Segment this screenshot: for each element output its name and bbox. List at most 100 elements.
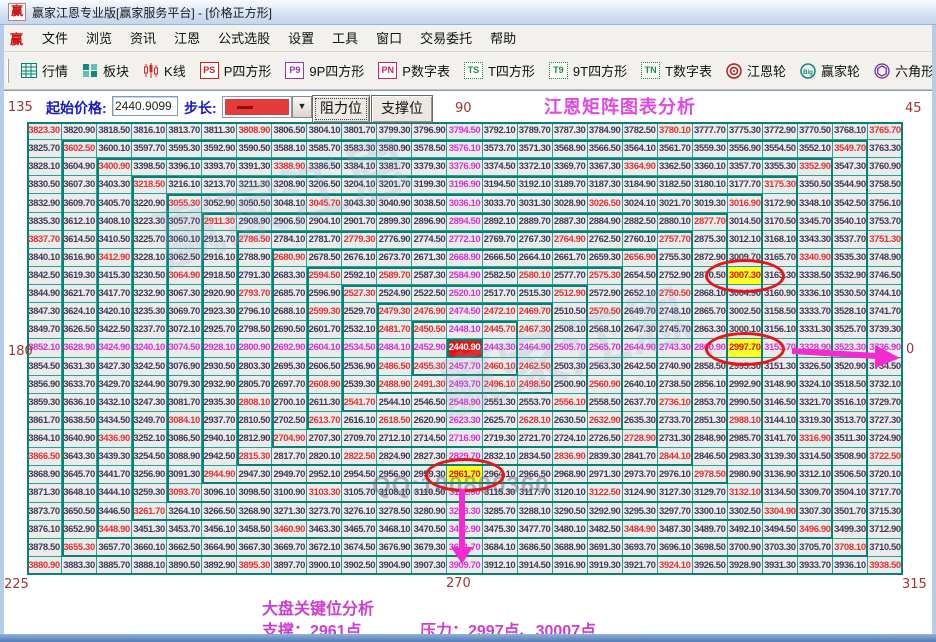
toolbar-item-sectors[interactable]: 板块 xyxy=(75,56,136,86)
menu-item-window[interactable]: 窗口 xyxy=(367,26,411,51)
toolbar-item-t-square[interactable]: TS T四方形 xyxy=(457,56,542,86)
grid-cell: 3688.90 xyxy=(553,539,588,557)
toolbar-item-t-number-table[interactable]: TN T数字表 xyxy=(634,56,719,86)
toolbar-item-quotes[interactable]: 行情 xyxy=(14,56,75,86)
grid-cell: 3813.70 xyxy=(167,122,202,140)
grid-cell: 3458.50 xyxy=(237,521,272,539)
toolbar-item-p-number-table[interactable]: PN P数字表 xyxy=(371,56,457,86)
grid-cell: 2824.90 xyxy=(377,448,412,466)
grid-cell: 2440.90 xyxy=(447,339,482,357)
toolbar-item-hexagon[interactable]: 六角形 xyxy=(867,56,936,86)
grid-cell: 3002.50 xyxy=(728,303,763,321)
menu-item-settings[interactable]: 设置 xyxy=(279,26,323,51)
grid-cell: 2784.10 xyxy=(272,231,307,249)
grid-cell: 2856.10 xyxy=(693,376,728,394)
menu-item-file[interactable]: 文件 xyxy=(33,26,77,51)
grid-cell: 2671.30 xyxy=(412,249,447,267)
grid-cell: 2452.90 xyxy=(412,339,447,357)
grid-cell: 2884.90 xyxy=(588,213,623,231)
grid-cell: 3302.50 xyxy=(728,503,763,521)
grid-cell: 3861.70 xyxy=(27,412,62,430)
grid-cell: 2731.30 xyxy=(658,430,693,448)
grid-cell: 2743.30 xyxy=(658,339,693,357)
menu-item-browse[interactable]: 浏览 xyxy=(77,26,121,51)
step-select[interactable] xyxy=(222,96,292,118)
grid-cell: 2620.90 xyxy=(412,412,447,430)
support-button[interactable]: 支撑位 xyxy=(371,95,433,123)
grid-cell: 3405.70 xyxy=(97,194,132,212)
start-price-input[interactable] xyxy=(112,96,178,116)
resistance-button[interactable]: 阻力位 xyxy=(312,95,370,123)
grid-cell: 3916.90 xyxy=(553,557,588,575)
grid-cell: 3204.10 xyxy=(342,176,377,194)
grid-cell: 3604.90 xyxy=(62,158,97,176)
grid-cell: 3072.10 xyxy=(167,321,202,339)
menu-item-formula-stock-pick[interactable]: 公式选股 xyxy=(209,26,279,51)
grid-cell: 3369.70 xyxy=(553,158,588,176)
grid-cell: 2755.30 xyxy=(658,249,693,267)
grid-cell: 3525.70 xyxy=(833,321,868,339)
grid-cell: 2947.30 xyxy=(237,466,272,484)
toolbar-item-9t-square[interactable]: T9 9T四方形 xyxy=(542,56,634,86)
grid-cell: 3513.70 xyxy=(833,412,868,430)
grid-cell: 2544.10 xyxy=(377,394,412,412)
grid-cell: 2829.70 xyxy=(447,448,482,466)
grid-cell: 2467.30 xyxy=(518,321,553,339)
grid-cell: 3400.90 xyxy=(97,158,132,176)
menu-item-tools[interactable]: 工具 xyxy=(323,26,367,51)
grid-cell: 2616.10 xyxy=(342,412,377,430)
p-square-badge-icon: PS xyxy=(200,62,219,79)
grid-cell: 3542.50 xyxy=(833,194,868,212)
grid-cell: 3412.90 xyxy=(97,249,132,267)
grid-cell: 2988.10 xyxy=(728,412,763,430)
grid-cell: 3612.10 xyxy=(62,213,97,231)
grid-cell: 3105.70 xyxy=(342,484,377,502)
grid-cell: 3820.90 xyxy=(62,122,97,140)
grid-cell: 3345.70 xyxy=(798,213,833,231)
menu-item-news[interactable]: 资讯 xyxy=(121,26,165,51)
grid-cell: 2740.90 xyxy=(658,358,693,376)
grid-cell: 3508.90 xyxy=(833,448,868,466)
menu-item-help[interactable]: 帮助 xyxy=(481,26,525,51)
grid-cell: 2443.30 xyxy=(483,339,518,357)
menu-item-trade[interactable]: 交易委托 xyxy=(411,26,481,51)
grid-cell: 3864.10 xyxy=(27,430,62,448)
grid-cell: 3585.70 xyxy=(307,140,342,158)
toolbar-item-gann-wheel[interactable]: 江恩轮 xyxy=(719,56,793,86)
toolbar-item-p-square[interactable]: PS P四方形 xyxy=(193,56,279,86)
grid-cell: 3621.70 xyxy=(62,285,97,303)
grid-cell: 3151.30 xyxy=(763,358,798,376)
grid-cell: 2803.30 xyxy=(237,358,272,376)
grid-cell: 3009.70 xyxy=(728,249,763,267)
grid-cell: 3146.50 xyxy=(763,394,798,412)
grid-cell: 3652.90 xyxy=(62,521,97,539)
grid-cell: 2952.10 xyxy=(307,466,342,484)
grid-cell: 3026.50 xyxy=(588,194,623,212)
grid-cell: 2462.50 xyxy=(518,358,553,376)
grid-cell: 3225.70 xyxy=(132,231,167,249)
step-select-arrow[interactable]: ▼ xyxy=(292,96,312,118)
grid-cell: 3285.70 xyxy=(483,503,518,521)
grid-cell: 2776.90 xyxy=(377,231,412,249)
menu-item-gann[interactable]: 江恩 xyxy=(165,26,209,51)
grid-cell: 3532.90 xyxy=(833,267,868,285)
grid-cell: 3549.70 xyxy=(833,140,868,158)
grid-cell: 3837.70 xyxy=(27,231,62,249)
grid-cell: 3600.10 xyxy=(97,140,132,158)
grid-cell: 2692.90 xyxy=(272,339,307,357)
grid-cell: 2505.70 xyxy=(553,339,588,357)
grid-cell: 3799.30 xyxy=(377,122,412,140)
grid-cell: 3127.30 xyxy=(658,484,693,502)
grid-cell: 3264.10 xyxy=(167,503,202,521)
toolbar-item-winner-wheel[interactable]: Big 赢家轮 xyxy=(793,56,867,86)
grid-cell: 3216.10 xyxy=(167,176,202,194)
grid-cell: 3374.50 xyxy=(483,158,518,176)
grid-cell: 3669.70 xyxy=(272,539,307,557)
grid-cell: 2896.90 xyxy=(412,213,447,231)
grid-cell: 3324.10 xyxy=(798,376,833,394)
grid-cell: 3244.90 xyxy=(132,376,167,394)
grid-cell: 2827.30 xyxy=(412,448,447,466)
grid-cell: 3259.30 xyxy=(132,484,167,502)
toolbar-item-9p-square[interactable]: P9 9P四方形 xyxy=(278,56,371,86)
toolbar-item-kline[interactable]: K线 xyxy=(136,56,193,86)
